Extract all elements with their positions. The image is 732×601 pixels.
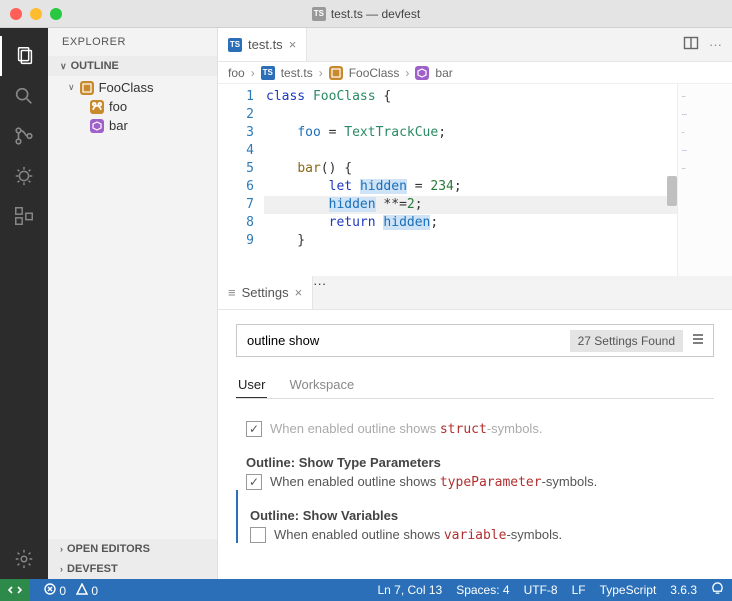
settings-search-input[interactable] xyxy=(237,325,570,356)
settings-list: When enabled outline shows struct-symbol… xyxy=(236,399,714,543)
file-type-icon xyxy=(312,7,326,21)
settings-panel: 27 Settings Found User Workspace When en… xyxy=(218,310,732,553)
chevron-right-icon: › xyxy=(405,66,409,80)
status-language[interactable]: TypeScript xyxy=(600,583,657,597)
outline-item-class[interactable]: ∨ FooClass xyxy=(48,78,217,97)
settings-tab[interactable]: ≡ Settings × xyxy=(218,276,313,309)
status-encoding[interactable]: UTF-8 xyxy=(524,583,558,597)
file-type-icon xyxy=(228,38,242,52)
editor-tab[interactable]: test.ts × xyxy=(218,28,307,61)
sidebar-section-folder[interactable]: › DEVFEST xyxy=(48,559,217,579)
chevron-right-icon: › xyxy=(251,66,255,80)
outline-item-field[interactable]: bar xyxy=(48,116,217,135)
sidebar-title: EXPLORER xyxy=(48,28,217,56)
sidebar-section-open-editors[interactable]: › OPEN EDITORS xyxy=(48,539,217,559)
more-actions-icon[interactable]: ··· xyxy=(313,276,326,291)
settings-toc-icon[interactable] xyxy=(683,332,713,349)
method-symbol-icon xyxy=(90,100,104,114)
activity-debug-icon[interactable] xyxy=(0,156,48,196)
scrollbar-handle[interactable] xyxy=(667,176,677,206)
settings-scope-workspace[interactable]: Workspace xyxy=(287,371,356,398)
setting-description: When enabled outline shows struct-symbol… xyxy=(270,421,542,437)
sidebar: EXPLORER ∨ OUTLINE ∨ FooClass foo bar › OPE… xyxy=(48,28,218,579)
split-editor-icon[interactable] xyxy=(683,35,699,54)
editor-tabs: test.ts × ··· xyxy=(218,28,732,62)
settings-tabs: ≡ Settings × ··· xyxy=(218,276,732,310)
minimap[interactable]: ▪▪▪▪▪▪▪▪▪▪▪▪▪▪▪▪ xyxy=(677,84,732,276)
chevron-down-icon: ∨ xyxy=(68,82,75,93)
chevron-right-icon: › xyxy=(60,544,63,554)
status-ts-version[interactable]: 3.6.3 xyxy=(670,583,697,597)
settings-search-row: 27 Settings Found xyxy=(236,324,714,357)
status-cursor[interactable]: Ln 7, Col 13 xyxy=(377,583,442,597)
folder-label: DEVFEST xyxy=(67,563,118,575)
window-title-text: test.ts — devfest xyxy=(331,7,420,21)
chevron-right-icon: › xyxy=(319,66,323,80)
line-gutter: 123456789 xyxy=(218,84,264,276)
setting-item: When enabled outline shows struct-symbol… xyxy=(236,399,714,437)
outline-item-label: FooClass xyxy=(99,80,154,95)
outline-tree: ∨ FooClass foo bar xyxy=(48,76,217,141)
setting-title: Outline: Show Variables xyxy=(250,508,714,523)
field-symbol-icon xyxy=(90,119,104,133)
status-bar: 0 0 Ln 7, Col 13 Spaces: 4 UTF-8 LF Type… xyxy=(0,579,732,601)
settings-tab-icon: ≡ xyxy=(228,285,236,300)
setting-checkbox[interactable] xyxy=(250,527,266,543)
activity-settings-icon[interactable] xyxy=(0,539,48,579)
more-actions-icon[interactable]: ··· xyxy=(709,37,722,52)
close-tab-icon[interactable]: × xyxy=(289,37,297,52)
editor-area: test.ts × ··· foo › test.ts › FooClass › xyxy=(218,28,732,579)
setting-description: When enabled outline shows typeParameter… xyxy=(270,474,597,490)
open-editors-label: OPEN EDITORS xyxy=(67,543,150,555)
breadcrumb-item[interactable]: foo xyxy=(228,66,245,80)
outline-item-method[interactable]: foo xyxy=(48,97,217,116)
settings-scope-user[interactable]: User xyxy=(236,371,267,398)
breadcrumb-item[interactable]: bar xyxy=(435,66,452,80)
class-symbol-icon xyxy=(80,81,94,95)
setting-item: Outline: Show Variables When enabled outl… xyxy=(236,490,714,543)
status-errors[interactable]: 0 xyxy=(44,583,66,598)
setting-checkbox[interactable] xyxy=(246,474,262,490)
settings-found-count: 27 Settings Found xyxy=(570,330,683,352)
code-content[interactable]: class FooClass { foo = TextTrackCue; bar… xyxy=(264,84,732,276)
class-symbol-icon xyxy=(329,66,343,80)
chevron-down-icon: ∨ xyxy=(60,61,67,72)
method-symbol-icon xyxy=(415,66,429,80)
chevron-right-icon: › xyxy=(60,564,63,574)
status-warnings[interactable]: 0 xyxy=(76,583,98,598)
activity-scm-icon[interactable] xyxy=(0,116,48,156)
setting-item: Outline: Show Type Parameters When enable… xyxy=(236,437,714,490)
file-type-icon xyxy=(261,66,275,80)
sidebar-section-outline[interactable]: ∨ OUTLINE xyxy=(48,56,217,76)
setting-title: Outline: Show Type Parameters xyxy=(246,455,714,470)
status-feedback-icon[interactable] xyxy=(711,582,724,598)
activity-search-icon[interactable] xyxy=(0,76,48,116)
remote-indicator[interactable] xyxy=(0,579,30,601)
setting-checkbox[interactable] xyxy=(246,421,262,437)
settings-tab-label: Settings xyxy=(242,285,289,300)
outline-item-label: foo xyxy=(109,99,127,114)
code-editor[interactable]: 123456789 class FooClass { foo = TextTra… xyxy=(218,84,732,276)
outline-section-label: OUTLINE xyxy=(71,60,119,72)
activity-explorer-icon[interactable] xyxy=(0,36,48,76)
status-eol[interactable]: LF xyxy=(572,583,586,597)
outline-item-label: bar xyxy=(109,118,128,133)
activity-extensions-icon[interactable] xyxy=(0,196,48,236)
activity-bar xyxy=(0,28,48,579)
window-title: test.ts — devfest xyxy=(0,7,732,21)
settings-scope-tabs: User Workspace xyxy=(236,371,714,399)
setting-description: When enabled outline shows variable-symb… xyxy=(274,527,562,543)
breadcrumb[interactable]: foo › test.ts › FooClass › bar xyxy=(218,62,732,84)
editor-tab-label: test.ts xyxy=(248,37,283,52)
status-spaces[interactable]: Spaces: 4 xyxy=(456,583,509,597)
breadcrumb-item[interactable]: FooClass xyxy=(349,66,400,80)
window-titlebar: test.ts — devfest xyxy=(0,0,732,28)
breadcrumb-item[interactable]: test.ts xyxy=(281,66,313,80)
close-tab-icon[interactable]: × xyxy=(295,285,303,300)
